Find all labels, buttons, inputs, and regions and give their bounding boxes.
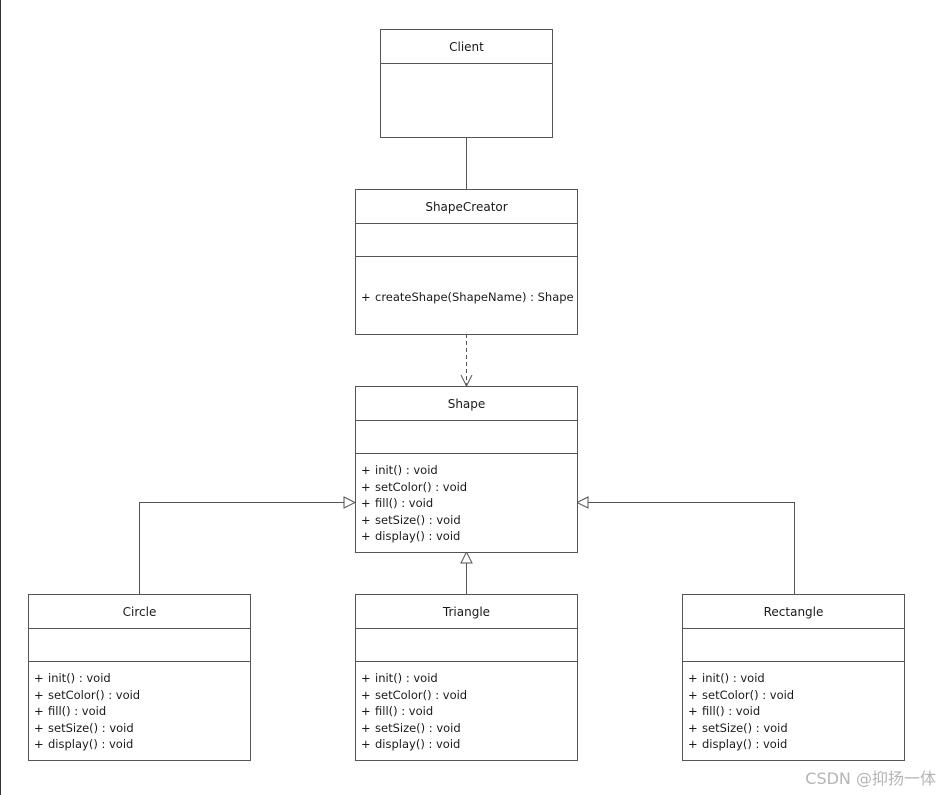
operation-signature: fill() : void xyxy=(48,704,107,718)
operations-compartment: + createShape(ShapeName) : Shape xyxy=(356,257,577,306)
visibility-marker: + xyxy=(361,671,371,685)
operation: + setColor() : void xyxy=(361,687,577,704)
operation-signature: setSize() : void xyxy=(375,512,461,527)
class-shapecreator[interactable]: ShapeCreator + createShape(ShapeName) : S… xyxy=(355,189,578,335)
operation-signature: display() : void xyxy=(375,529,461,543)
generalization-rectangle-shape xyxy=(588,502,795,594)
class-name: Rectangle xyxy=(683,595,904,629)
class-name: Client xyxy=(381,30,552,64)
operation: + init() : void xyxy=(361,462,577,479)
visibility-marker: + xyxy=(688,720,698,735)
operation-signature: fill() : void xyxy=(375,496,434,510)
visibility-marker: + xyxy=(34,687,44,702)
visibility-marker: + xyxy=(361,737,371,751)
operation-signature: init() : void xyxy=(375,671,438,685)
class-rectangle[interactable]: Rectangle + init() : void + setColor() : vo… xyxy=(682,594,905,761)
operation: + setColor() : void xyxy=(361,479,577,496)
visibility-marker: + xyxy=(361,290,371,304)
operation: + fill() : void xyxy=(361,703,577,720)
operation: + setSize() : void xyxy=(688,720,904,737)
watermark: CSDN @抑扬一体 xyxy=(805,769,936,788)
operation-signature: init() : void xyxy=(48,671,111,685)
visibility-marker: + xyxy=(34,671,44,685)
operation: + display() : void xyxy=(34,736,250,753)
operation: + setColor() : void xyxy=(34,687,250,704)
operation: + setSize() : void xyxy=(361,720,577,737)
attributes-compartment xyxy=(356,421,577,454)
operation-signature: fill() : void xyxy=(375,704,434,718)
attributes-compartment xyxy=(29,629,250,662)
operation-signature: setColor() : void xyxy=(375,687,468,702)
visibility-marker: + xyxy=(688,737,698,751)
operation-signature: setSize() : void xyxy=(48,720,134,735)
operation: + setSize() : void xyxy=(361,512,577,529)
operation-signature: display() : void xyxy=(375,737,461,751)
operations-compartment: + init() : void + setColor() : void + fill() … xyxy=(356,662,577,753)
operation: + init() : void xyxy=(688,670,904,687)
operation-signature: init() : void xyxy=(375,463,438,477)
visibility-marker: + xyxy=(688,687,698,702)
operation-signature: display() : void xyxy=(48,737,134,751)
generalization-circle-shape xyxy=(139,502,344,594)
operation: + display() : void xyxy=(688,736,904,753)
operation-signature: setColor() : void xyxy=(375,479,468,494)
operations-compartment: + init() : void + setColor() : void + fill() … xyxy=(356,454,577,545)
visibility-marker: + xyxy=(34,737,44,751)
operation-signature: setColor() : void xyxy=(702,687,795,702)
class-name: Triangle xyxy=(356,595,577,629)
visibility-marker: + xyxy=(688,704,698,718)
class-shape[interactable]: Shape + init() : void + setColor() : void + f… xyxy=(355,386,578,553)
operation: + fill() : void xyxy=(361,495,577,512)
operation: + setSize() : void xyxy=(34,720,250,737)
operation: + fill() : void xyxy=(688,703,904,720)
generalization-arrowhead-triangle xyxy=(460,550,473,564)
operations-compartment: + init() : void + setColor() : void + fill() … xyxy=(29,662,250,753)
visibility-marker: + xyxy=(361,529,371,543)
operation-signature: display() : void xyxy=(702,737,788,751)
class-circle[interactable]: Circle + init() : void + setColor() : void +… xyxy=(28,594,251,761)
operations-compartment: + init() : void + setColor() : void + fill() … xyxy=(683,662,904,753)
visibility-marker: + xyxy=(34,704,44,718)
generalization-arrowhead-rectangle xyxy=(575,496,589,509)
operation: + init() : void xyxy=(34,670,250,687)
operation-signature: setSize() : void xyxy=(702,720,788,735)
operation-signature: createShape(ShapeName) : Shape xyxy=(375,290,574,304)
operation: + createShape(ShapeName) : Shape xyxy=(361,289,577,306)
visibility-marker: + xyxy=(361,512,371,527)
attributes-compartment xyxy=(683,629,904,662)
operation: + display() : void xyxy=(361,528,577,545)
operation-signature: fill() : void xyxy=(702,704,761,718)
operation-signature: init() : void xyxy=(702,671,765,685)
operation-signature: setColor() : void xyxy=(48,687,141,702)
class-name: ShapeCreator xyxy=(356,190,577,224)
operation: + fill() : void xyxy=(34,703,250,720)
visibility-marker: + xyxy=(688,671,698,685)
operation-signature: setSize() : void xyxy=(375,720,461,735)
visibility-marker: + xyxy=(361,479,371,494)
attributes-compartment xyxy=(356,629,577,662)
class-triangle[interactable]: Triangle + init() : void + setColor() : voi… xyxy=(355,594,578,761)
attributes-compartment xyxy=(356,224,577,257)
class-name: Circle xyxy=(29,595,250,629)
operation: + init() : void xyxy=(361,670,577,687)
visibility-marker: + xyxy=(361,687,371,702)
class-client[interactable]: Client xyxy=(380,29,553,138)
operation: + display() : void xyxy=(361,736,577,753)
visibility-marker: + xyxy=(361,720,371,735)
visibility-marker: + xyxy=(361,704,371,718)
visibility-marker: + xyxy=(361,463,371,477)
class-name: Shape xyxy=(356,387,577,421)
generalization-arrowhead-circle xyxy=(343,496,357,509)
operation: + setColor() : void xyxy=(688,687,904,704)
visibility-marker: + xyxy=(361,496,371,510)
visibility-marker: + xyxy=(34,720,44,735)
